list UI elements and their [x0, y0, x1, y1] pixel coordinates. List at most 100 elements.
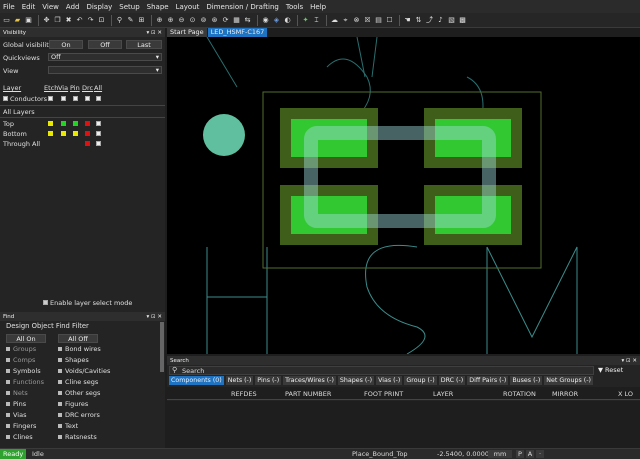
find-other-segs[interactable]: Other segs — [58, 389, 100, 397]
reset-button[interactable]: ▼ Reset — [598, 366, 637, 375]
tab-buses[interactable]: Buses (-) — [510, 376, 543, 385]
menu-add[interactable]: Add — [66, 3, 80, 11]
find-bond-wires[interactable]: Bond wires — [58, 345, 101, 353]
pick-icon[interactable]: ⚲ — [115, 16, 124, 25]
find-shapes[interactable]: Shapes — [58, 356, 89, 364]
tab-vias[interactable]: Vias (-) — [376, 376, 403, 385]
tab-components[interactable]: Components (0) — [169, 376, 224, 385]
tab-shapes[interactable]: Shapes (-) — [337, 376, 375, 385]
find-fingers[interactable]: Fingers — [6, 422, 36, 430]
conductors-drc-checkbox[interactable] — [85, 96, 90, 101]
route-icon[interactable]: ⤴ — [425, 16, 434, 25]
view-select[interactable]: ▾ — [48, 66, 162, 74]
find-cline-segs[interactable]: Cline segs — [58, 378, 98, 386]
menu-file[interactable]: File — [3, 3, 15, 11]
menu-dimension[interactable]: Dimension / Drafting — [206, 3, 279, 11]
conductors-via-checkbox[interactable] — [61, 96, 66, 101]
pcb-drawing[interactable] — [167, 36, 640, 355]
delete-icon[interactable]: ✖ — [64, 16, 73, 25]
a-toggle[interactable]: A — [526, 450, 534, 458]
swap-icon[interactable]: ⇅ — [414, 16, 423, 25]
undo-icon[interactable]: ↶ — [75, 16, 84, 25]
bottom-pin-swatch[interactable] — [73, 131, 78, 136]
layer-row-top[interactable]: Top — [3, 120, 14, 128]
tab-traces-wires[interactable]: Traces/Wires (-) — [283, 376, 336, 385]
zoom-out-icon[interactable]: ⊖ — [177, 16, 186, 25]
conductors-pin-checkbox[interactable] — [73, 96, 78, 101]
tab-diff-pairs[interactable]: Diff Pairs (-) — [467, 376, 509, 385]
menu-tools[interactable]: Tools — [286, 3, 303, 11]
find-functions[interactable]: Functions — [6, 378, 44, 386]
col-x-loc[interactable]: X LO — [618, 390, 633, 398]
redraw-icon[interactable]: ⟳ — [221, 16, 230, 25]
panel-controls[interactable]: ▾ ⊡ ✕ — [622, 358, 637, 364]
cross-probe-icon[interactable]: ☐ — [385, 16, 394, 25]
bottom-drc-swatch[interactable] — [85, 131, 90, 136]
col-foot-print[interactable]: FOOT PRINT — [364, 390, 403, 398]
status-option-icon[interactable]: · — [536, 450, 544, 458]
panel-controls[interactable]: ▾ ⊡ ✕ — [147, 314, 162, 320]
zoom-previous-icon[interactable]: ⊚ — [199, 16, 208, 25]
conductors-all-checkbox[interactable] — [96, 96, 101, 101]
tab-pins[interactable]: Pins (-) — [255, 376, 282, 385]
tab-drc[interactable]: DRC (-) — [438, 376, 466, 385]
tab-net-groups[interactable]: Net Groups (-) — [544, 376, 593, 385]
design-canvas[interactable] — [167, 36, 640, 355]
pin1-marker[interactable] — [203, 114, 245, 156]
find-pins[interactable]: Pins — [6, 400, 26, 408]
zoom-world-icon[interactable]: ⊙ — [188, 16, 197, 25]
layer-row-through-all[interactable]: Through All — [3, 140, 40, 148]
redo-icon[interactable]: ↷ — [86, 16, 95, 25]
tab-start-page[interactable]: Start Page — [167, 28, 207, 37]
results-table-body[interactable] — [167, 401, 640, 448]
flip-icon[interactable]: ⇆ — [243, 16, 252, 25]
save-icon[interactable]: ▣ — [24, 16, 33, 25]
move-icon[interactable]: ✥ — [42, 16, 51, 25]
place-icon[interactable]: ☚ — [403, 16, 412, 25]
find-clines[interactable]: Clines — [6, 433, 33, 441]
menu-shape[interactable]: Shape — [147, 3, 169, 11]
col-part-number[interactable]: PART NUMBER — [285, 390, 331, 398]
menu-setup[interactable]: Setup — [119, 3, 139, 11]
new-file-icon[interactable]: ▭ — [2, 16, 11, 25]
menu-view[interactable]: View — [42, 3, 59, 11]
find-panel-scrollbar[interactable] — [160, 322, 164, 372]
menu-edit[interactable]: Edit — [22, 3, 36, 11]
quickviews-select[interactable]: Off ▾ — [48, 53, 162, 61]
layer-row-bottom[interactable]: Bottom — [3, 130, 27, 138]
top-drc-swatch[interactable] — [85, 121, 90, 126]
zoom-in-icon[interactable]: ⊕ — [166, 16, 175, 25]
show-element-icon[interactable]: ☁ — [330, 16, 339, 25]
copy-icon[interactable]: ❐ — [53, 16, 62, 25]
shadow-icon[interactable]: ◐ — [283, 16, 292, 25]
conductors-checkbox[interactable] — [3, 96, 8, 101]
bottom-all-checkbox[interactable] — [96, 131, 101, 136]
find-groups[interactable]: Groups — [6, 345, 36, 353]
global-last-button[interactable]: Last — [126, 40, 162, 49]
top-all-checkbox[interactable] — [96, 121, 101, 126]
col-mirror[interactable]: MIRROR — [552, 390, 578, 398]
bottom-via-swatch[interactable] — [61, 131, 66, 136]
add-pin-icon[interactable]: ✦ — [301, 16, 310, 25]
find-comps[interactable]: Comps — [6, 356, 35, 364]
tab-nets[interactable]: Nets (-) — [225, 376, 254, 385]
global-on-button[interactable]: On — [49, 40, 83, 49]
bottom-etch-swatch[interactable] — [48, 131, 53, 136]
p-toggle[interactable]: P — [516, 450, 524, 458]
zoom-selection-icon[interactable]: ⊛ — [210, 16, 219, 25]
snap-icon[interactable]: ✎ — [126, 16, 135, 25]
top-pin-swatch[interactable] — [73, 121, 78, 126]
find-symbols[interactable]: Symbols — [6, 367, 41, 375]
slide-icon[interactable]: ♪ — [436, 16, 445, 25]
col-refdes[interactable]: REFDES — [231, 390, 257, 398]
text-cursor-icon[interactable]: ⌶ — [312, 16, 321, 25]
grid-icon[interactable]: ⊞ — [137, 16, 146, 25]
measure-icon[interactable]: ⌖ — [341, 16, 350, 25]
view-3d-icon[interactable]: ▦ — [232, 16, 241, 25]
col-rotation[interactable]: ROTATION — [503, 390, 536, 398]
menu-display[interactable]: Display — [86, 3, 112, 11]
col-layer[interactable]: LAYER — [433, 390, 453, 398]
through-drc-swatch[interactable] — [85, 141, 90, 146]
enable-layer-select-checkbox[interactable] — [43, 300, 48, 305]
find-figures[interactable]: Figures — [58, 400, 88, 408]
